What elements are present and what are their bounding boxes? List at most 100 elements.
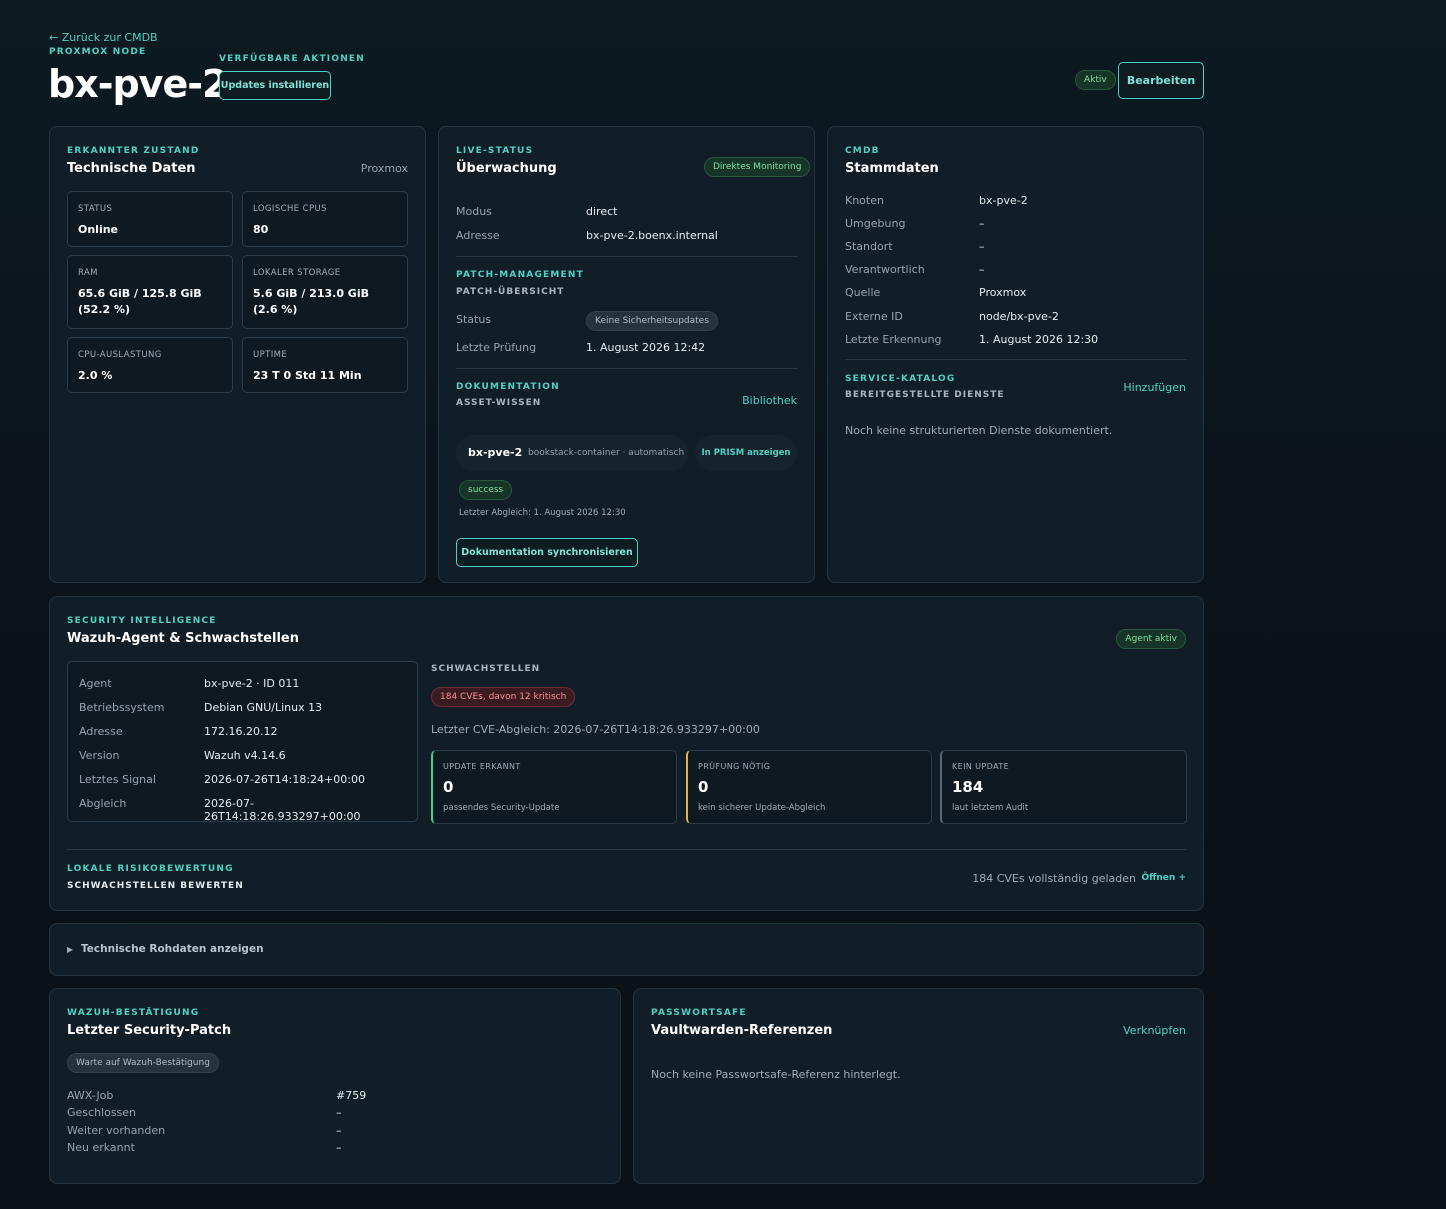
agent-row: Agent bx-pve-2 · ID 011: [79, 677, 409, 691]
vault-card: PASSWORTSAFE Vaultwarden-Referenzen Verk…: [633, 988, 1204, 1184]
row-key: AWX-Job: [67, 1089, 114, 1102]
agent-status-badge: Agent aktiv: [1116, 629, 1186, 649]
row-key: Adresse: [79, 725, 123, 738]
link-vault-button[interactable]: Verknüpfen: [1123, 1024, 1186, 1037]
row-key: Adresse: [456, 229, 500, 242]
patch-row: AWX-Job #759: [67, 1089, 607, 1103]
caret-right-icon: ▶: [67, 945, 74, 954]
security-kicker: SECURITY INTELLIGENCE: [67, 616, 217, 626]
row-value: –: [336, 1106, 342, 1119]
stat-label: KEIN UPDATE: [952, 762, 1010, 771]
risk-subtitle: SCHWACHSTELLEN BEWERTEN: [67, 881, 244, 891]
tile-label: CPU-AUSLASTUNG: [78, 350, 162, 360]
row-key: Knoten: [845, 194, 884, 207]
patch-kicker: PATCH-MANAGEMENT: [456, 270, 584, 280]
patch-subtitle: PATCH-ÜBERSICHT: [456, 287, 565, 297]
row-value: 1. August 2026 12:42: [586, 341, 706, 354]
stat-value: 0: [698, 778, 709, 796]
cve-count-badge: 184 CVEs, davon 12 kritisch: [431, 687, 576, 707]
row-value: Proxmox: [979, 286, 1027, 299]
row-key: Externe ID: [845, 310, 903, 323]
divider: [67, 849, 1187, 850]
address-row: Adresse bx-pve-2.boenx.internal: [456, 229, 796, 243]
row-key: Version: [79, 749, 120, 762]
patch-confirm-title: Letzter Security-Patch: [67, 1023, 232, 1038]
cmdb-row: Externe ID node/bx-pve-2: [845, 310, 1185, 324]
cmdb-row: Knoten bx-pve-2: [845, 194, 1185, 208]
row-value: 1. August 2026 12:30: [979, 333, 1099, 346]
live-kicker: LIVE-STATUS: [456, 146, 534, 156]
row-key: Agent: [79, 677, 112, 690]
status-tile: STATUS Online: [67, 191, 233, 247]
security-title: Wazuh-Agent & Schwachstellen: [67, 631, 299, 646]
open-risk-link[interactable]: Öffnen +: [1141, 873, 1186, 883]
cmdb-row: Standort –: [845, 240, 1185, 254]
last-check-row: Letzte Prüfung 1. August 2026 12:42: [456, 341, 796, 355]
cmdb-row: Letzte Erkennung 1. August 2026 12:30: [845, 333, 1185, 347]
cves-loaded-text: 184 CVEs vollständig geladen: [972, 872, 1136, 885]
mode-row: Modus direct: [456, 205, 796, 219]
row-value: Debian GNU/Linux 13: [204, 701, 323, 714]
agent-row: Letztes Signal 2026-07-26T14:18:24+00:00: [79, 773, 409, 787]
monitoring-card: LIVE-STATUS Überwachung Direktes Monitor…: [438, 126, 815, 583]
tile-value: 80: [253, 223, 269, 236]
cpu-load-tile: CPU-AUSLASTUNG 2.0 %: [67, 337, 233, 393]
agent-info-box: Agent bx-pve-2 · ID 011 Betriebssystem D…: [67, 661, 418, 823]
tech-source: Proxmox: [360, 162, 408, 175]
docs-kicker: DOKUMENTATION: [456, 382, 560, 392]
back-link[interactable]: ← Zurück zur CMDB: [49, 31, 158, 44]
cmdb-row: Umgebung –: [845, 217, 1185, 231]
row-key: Letzte Erkennung: [845, 333, 942, 346]
uptime-tile: UPTIME 23 T 0 Std 11 Min: [242, 337, 408, 393]
stat-subtext: kein sicherer Update-Abgleich: [698, 803, 826, 813]
stat-value: 184: [952, 778, 984, 796]
row-value: 2026-07-26T14:18:24+00:00: [204, 773, 365, 786]
sync-docs-button[interactable]: Dokumentation synchronisieren: [456, 538, 638, 567]
row-key: Quelle: [845, 286, 881, 299]
tile-label: RAM: [78, 268, 98, 278]
row-value: 172.16.20.12: [204, 725, 278, 738]
row-value: direct: [586, 205, 618, 218]
page-title: bx-pve-2: [48, 62, 228, 106]
stat-no-update: KEIN UPDATE 184 laut letztem Audit: [940, 750, 1187, 824]
monitoring-badge: Direktes Monitoring: [704, 157, 811, 177]
agent-row: Version Wazuh v4.14.6: [79, 749, 409, 763]
row-key: Umgebung: [845, 217, 906, 230]
row-key: Status: [456, 313, 492, 326]
wait-badge: Warte auf Wazuh-Bestätigung: [67, 1053, 219, 1073]
risk-kicker: LOKALE RISIKOBEWERTUNG: [67, 864, 234, 874]
row-value: 2026-07-26T14:18:26.933297+00:00: [204, 797, 361, 823]
doc-item-meta: bookstack-container · automatisch: [528, 448, 685, 458]
agent-row: Adresse 172.16.20.12: [79, 725, 409, 739]
cmdb-row: Verantwortlich –: [845, 263, 1185, 277]
last-sync-text: Letzter Abgleich: 1. August 2026 12:30: [459, 508, 626, 518]
security-card: SECURITY INTELLIGENCE Wazuh-Agent & Schw…: [49, 596, 1204, 911]
tech-title: Technische Daten: [67, 161, 196, 176]
install-updates-button[interactable]: Updates installieren: [219, 71, 331, 100]
service-kicker: SERVICE-KATALOG: [845, 374, 956, 384]
tile-label: STATUS: [78, 204, 113, 214]
raw-data-toggle[interactable]: ▶ Technische Rohdaten anzeigen: [49, 923, 1204, 976]
tile-label: UPTIME: [253, 350, 288, 360]
row-value: bx-pve-2 · ID 011: [204, 677, 300, 690]
doc-item: bx-pve-2 bookstack-container · automatis…: [456, 435, 688, 471]
row-key: Geschlossen: [67, 1106, 137, 1119]
stat-label: PRÜFUNG NÖTIG: [698, 762, 771, 771]
row-key: Abgleich: [79, 797, 127, 810]
agent-row: Betriebssystem Debian GNU/Linux 13: [79, 701, 409, 715]
tile-value: Online: [78, 223, 119, 236]
row-value: bx-pve-2.boenx.internal: [586, 229, 718, 242]
row-key: Betriebssystem: [79, 701, 165, 714]
prism-link[interactable]: In PRISM anzeigen: [695, 435, 797, 471]
row-key: Standort: [845, 240, 893, 253]
add-service-link[interactable]: Hinzufügen: [1123, 381, 1186, 394]
patch-status-badge: Keine Sicherheitsupdates: [586, 311, 718, 331]
row-value: bx-pve-2: [979, 194, 1028, 207]
row-value: –: [979, 263, 985, 276]
library-link[interactable]: Bibliothek: [742, 394, 797, 407]
edit-button[interactable]: Bearbeiten: [1118, 62, 1204, 99]
actions-label: VERFÜGBARE AKTIONEN: [219, 54, 366, 64]
stat-subtext: laut letztem Audit: [952, 803, 1029, 813]
vault-title: Vaultwarden-Referenzen: [651, 1023, 833, 1038]
vault-empty-text: Noch keine Passwortsafe-Referenz hinterl…: [651, 1068, 901, 1081]
